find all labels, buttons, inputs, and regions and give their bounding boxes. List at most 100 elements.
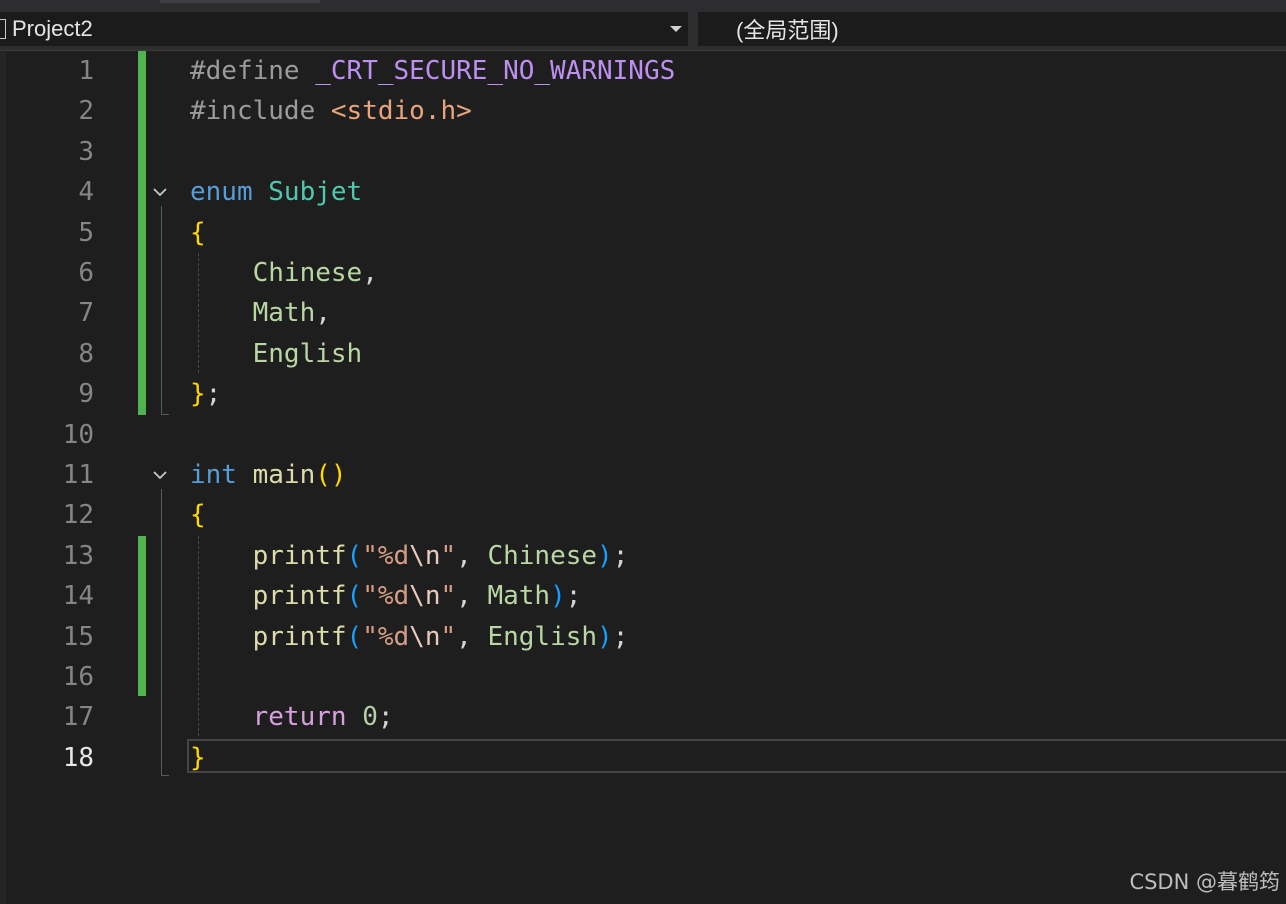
- code-line[interactable]: 17 return 0;: [0, 697, 1286, 737]
- project-label: Project2: [12, 16, 93, 41]
- code-token: Math: [487, 581, 551, 612]
- code-token: Chinese: [487, 540, 598, 571]
- code-token: "%d: [362, 540, 410, 571]
- code-token: ,: [456, 540, 488, 571]
- line-number: 3: [78, 136, 94, 167]
- line-number: 1: [78, 56, 94, 86]
- code-text[interactable]: Math,: [190, 293, 331, 333]
- code-text[interactable]: Chinese,: [190, 253, 378, 293]
- code-token: return: [252, 702, 363, 733]
- code-line[interactable]: 10: [0, 415, 1286, 455]
- code-token: ;: [612, 540, 629, 571]
- code-line[interactable]: 16: [0, 657, 1286, 697]
- code-token: #include: [190, 96, 331, 127]
- code-token: Subjet: [268, 177, 363, 208]
- navigation-bar: Project2 (全局范围): [0, 8, 1286, 51]
- code-token: Math: [252, 298, 316, 329]
- code-line[interactable]: 8 English: [0, 334, 1286, 374]
- code-line[interactable]: 1 #define _CRT_SECURE_NO_WARNINGS: [0, 51, 1286, 91]
- code-line[interactable]: 15 printf("%d\n", English);: [0, 617, 1286, 657]
- code-line[interactable]: 13 printf("%d\n", Chinese);: [0, 536, 1286, 576]
- code-token: \n: [409, 621, 441, 652]
- line-number: 4: [78, 177, 94, 208]
- code-token: main: [252, 460, 316, 490]
- code-token: (: [346, 540, 363, 571]
- code-token: ): [597, 540, 613, 571]
- code-text[interactable]: int main(): [190, 455, 347, 495]
- scope-dropdown[interactable]: (全局范围): [698, 12, 1286, 46]
- code-token: English: [252, 338, 363, 369]
- line-number: 9: [78, 379, 94, 410]
- watermark: CSDN @暮鹤筠: [1129, 870, 1280, 894]
- code-token: ): [597, 621, 613, 652]
- code-token: ,: [456, 621, 488, 652]
- code-text[interactable]: {: [190, 213, 206, 253]
- code-text[interactable]: return 0;: [190, 697, 394, 737]
- chevron-down-icon[interactable]: [670, 26, 682, 32]
- code-text[interactable]: {: [190, 495, 206, 535]
- code-line[interactable]: 7 Math,: [0, 293, 1286, 333]
- code-token: <stdio.h>: [330, 96, 472, 127]
- code-text[interactable]: }: [190, 738, 206, 778]
- code-token: ;: [612, 621, 629, 652]
- code-token: printf: [252, 621, 347, 652]
- code-line[interactable]: 9};: [0, 374, 1286, 414]
- code-token: ": [440, 621, 457, 652]
- code-editor[interactable]: 1 #define _CRT_SECURE_NO_WARNINGS 2 #includ…: [0, 51, 1286, 904]
- line-number: 16: [62, 662, 94, 692]
- code-text[interactable]: printf("%d\n", English);: [190, 617, 629, 657]
- code-text[interactable]: printf("%d\n", Math);: [190, 576, 582, 616]
- code-token: (): [315, 460, 347, 490]
- code-token: "%d: [362, 581, 410, 612]
- line-number: 6: [78, 258, 94, 288]
- code-token: \n: [409, 540, 441, 571]
- document-tab-hint[interactable]: [160, 0, 320, 3]
- code-token: ,: [456, 581, 488, 612]
- line-number: 8: [78, 338, 94, 369]
- code-token: Chinese: [252, 258, 363, 288]
- code-line[interactable]: 14 printf("%d\n", Math);: [0, 576, 1286, 616]
- code-text[interactable]: printf("%d\n", Chinese);: [190, 536, 629, 576]
- line-number: 10: [62, 419, 94, 450]
- code-token: _CRT_SECURE_NO_WARNINGS: [315, 56, 676, 86]
- code-text[interactable]: };: [190, 374, 221, 414]
- code-token: }: [190, 742, 206, 773]
- code-line[interactable]: 6 Chinese,: [0, 253, 1286, 293]
- project-icon: [0, 19, 6, 39]
- code-line[interactable]: 4 enum Subjet: [0, 172, 1286, 212]
- code-text[interactable]: #define _CRT_SECURE_NO_WARNINGS: [190, 51, 675, 91]
- code-token: ": [440, 540, 457, 571]
- code-token: "%d: [362, 621, 410, 652]
- code-line[interactable]: 12 {: [0, 495, 1286, 535]
- code-token: }: [190, 379, 206, 410]
- line-number: 12: [62, 500, 94, 531]
- line-number: 15: [62, 621, 94, 652]
- code-token: English: [487, 621, 598, 652]
- line-number: 13: [62, 540, 94, 571]
- code-token: ,: [315, 298, 331, 329]
- code-token: enum: [190, 177, 269, 208]
- code-text[interactable]: enum Subjet: [190, 172, 362, 212]
- code-token: ": [440, 581, 457, 612]
- code-text[interactable]: English: [190, 334, 363, 374]
- code-token: printf: [252, 540, 347, 571]
- code-line[interactable]: 2 #include <stdio.h>: [0, 91, 1286, 131]
- code-token: 0: [362, 702, 378, 733]
- line-number: 2: [78, 96, 94, 127]
- code-token: ;: [377, 702, 394, 733]
- line-number: 11: [62, 460, 94, 490]
- code-token: ,: [362, 258, 378, 288]
- code-token: ;: [565, 581, 582, 612]
- code-line[interactable]: 18}: [0, 738, 1286, 778]
- code-line[interactable]: 11 int main(): [0, 455, 1286, 495]
- project-dropdown[interactable]: Project2: [0, 12, 688, 46]
- code-line[interactable]: 5{: [0, 213, 1286, 253]
- code-token: {: [190, 217, 206, 248]
- code-text[interactable]: #include <stdio.h>: [190, 91, 472, 131]
- code-line[interactable]: 3: [0, 132, 1286, 172]
